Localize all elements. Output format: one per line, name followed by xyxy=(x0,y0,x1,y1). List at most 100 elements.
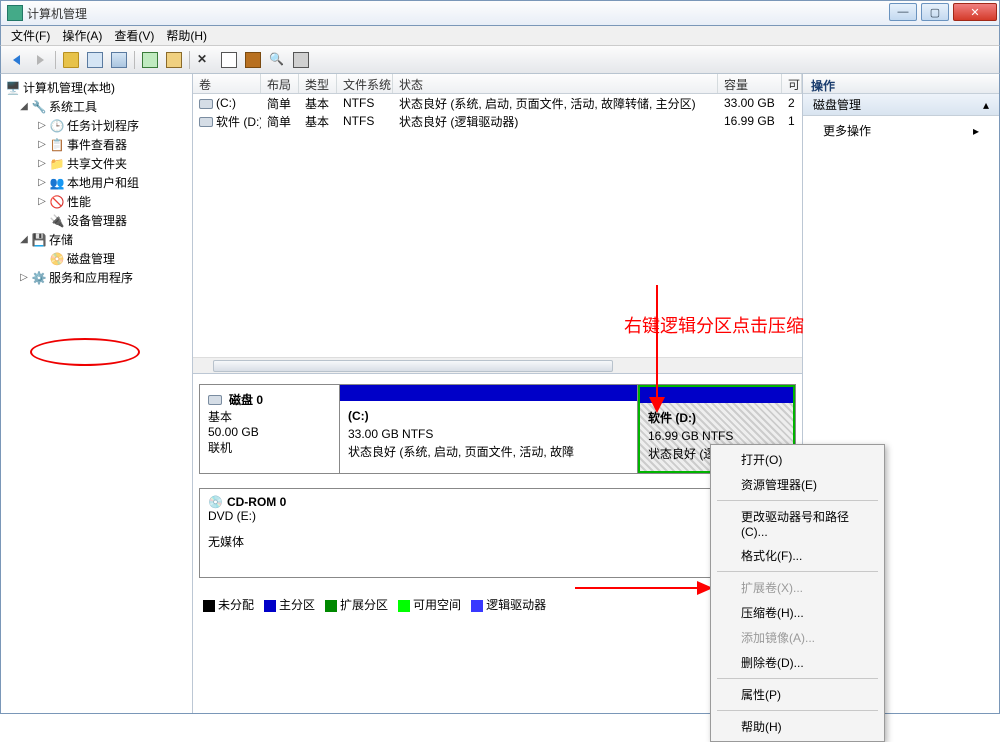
window-title: 计算机管理 xyxy=(27,5,887,22)
tree-shared[interactable]: ▷📁共享文件夹 xyxy=(3,154,190,173)
lg-free: 可用空间 xyxy=(413,598,461,612)
tree-users-label: 本地用户和组 xyxy=(67,174,139,191)
vol-row-d[interactable]: 软件 (D:) 简单 基本 NTFS 状态良好 (逻辑驱动器) 16.99 GB… xyxy=(193,112,802,130)
tree-root[interactable]: 🖥️计算机管理(本地) xyxy=(3,78,190,97)
vol-row-c[interactable]: (C:) 简单 基本 NTFS 状态良好 (系统, 启动, 页面文件, 活动, … xyxy=(193,94,802,112)
drive-icon xyxy=(199,99,213,109)
toolbar-icon-6[interactable] xyxy=(218,49,240,71)
col-capacity[interactable]: 容量 xyxy=(718,74,782,93)
p2-size: 16.99 GB NTFS xyxy=(648,427,785,445)
tree-devmgr-label: 设备管理器 xyxy=(67,212,127,229)
disk0-kind: 基本 xyxy=(208,408,331,425)
drive-icon xyxy=(199,117,213,127)
partition-c[interactable]: (C:) 33.00 GB NTFS 状态良好 (系统, 启动, 页面文件, 活… xyxy=(340,385,638,473)
menubar: 文件(F) 操作(A) 查看(V) 帮助(H) xyxy=(0,26,1000,46)
toolbar-icon-4[interactable] xyxy=(163,49,185,71)
p1-size: 33.00 GB NTFS xyxy=(348,425,629,443)
minimize-button[interactable]: — xyxy=(889,3,917,21)
vol0-cap: 33.00 GB xyxy=(718,95,782,111)
toolbar-icon-7[interactable] xyxy=(242,49,264,71)
col-type[interactable]: 类型 xyxy=(299,74,337,93)
vol1-name: 软件 (D:) xyxy=(216,115,261,129)
p1-name: (C:) xyxy=(348,407,629,425)
cdrom-state: 无媒体 xyxy=(208,533,787,550)
vol1-cap: 16.99 GB xyxy=(718,113,782,129)
toolbar-icon-1[interactable] xyxy=(84,49,106,71)
tree-services-label: 服务和应用程序 xyxy=(49,269,133,286)
tree-services[interactable]: ▷⚙️服务和应用程序 xyxy=(3,268,190,287)
vol1-status: 状态良好 (逻辑驱动器) xyxy=(393,112,718,131)
arrow-down-icon xyxy=(645,285,675,415)
tree-task[interactable]: ▷🕒任务计划程序 xyxy=(3,116,190,135)
disk0-row: 磁盘 0 基本 50.00 GB 联机 (C:) 33.00 GB NTFS 状… xyxy=(199,384,796,474)
partition-c-bar xyxy=(340,385,637,401)
toolbar-icon-3[interactable] xyxy=(139,49,161,71)
vol0-status: 状态良好 (系统, 启动, 页面文件, 活动, 故障转储, 主分区) xyxy=(393,94,718,113)
col-fs[interactable]: 文件系统 xyxy=(337,74,393,93)
toolbar-icon-8[interactable]: 🔍 xyxy=(266,49,288,71)
vol0-fs: NTFS xyxy=(337,95,393,111)
cdrom-label[interactable]: 💿CD-ROM 0 DVD (E:) 无媒体 xyxy=(200,489,795,577)
lg-unalloc: 未分配 xyxy=(218,598,254,612)
tree-perf-label: 性能 xyxy=(67,193,91,210)
ctx-explorer[interactable]: 资源管理器(E) xyxy=(713,472,882,497)
cdrom-kind: DVD (E:) xyxy=(208,509,787,523)
tree-users[interactable]: ▷👥本地用户和组 xyxy=(3,173,190,192)
collapse-icon: ▴ xyxy=(983,98,989,112)
ctx-delete[interactable]: 删除卷(D)... xyxy=(713,650,882,675)
col-free[interactable]: 可 xyxy=(782,74,802,93)
tree-diskmgmt[interactable]: 📀磁盘管理 xyxy=(3,249,190,268)
close-button[interactable]: ✕ xyxy=(953,3,997,21)
ctx-shrink[interactable]: 压缩卷(H)... xyxy=(713,600,882,625)
tree-systools-label: 系统工具 xyxy=(49,98,97,115)
toolbar: ✕ 🔍 xyxy=(0,46,1000,74)
tree-storage-label: 存储 xyxy=(49,231,73,248)
col-status[interactable]: 状态 xyxy=(393,74,718,93)
tree-perf[interactable]: ▷🚫性能 xyxy=(3,192,190,211)
h-scrollbar[interactable] xyxy=(193,357,802,373)
forward-button[interactable] xyxy=(29,49,51,71)
disk-icon xyxy=(208,395,222,405)
col-volume[interactable]: 卷 xyxy=(193,74,261,93)
menu-view[interactable]: 查看(V) xyxy=(108,25,160,46)
toolbar-icon-2[interactable] xyxy=(108,49,130,71)
cdrom-row: 💿CD-ROM 0 DVD (E:) 无媒体 xyxy=(199,488,796,578)
vol1-type: 基本 xyxy=(299,112,337,131)
chevron-right-icon: ▸ xyxy=(973,124,979,138)
col-layout[interactable]: 布局 xyxy=(261,74,299,93)
maximize-button[interactable]: ▢ xyxy=(921,3,949,21)
app-icon xyxy=(7,5,23,21)
lg-ext: 扩展分区 xyxy=(340,598,388,612)
ctx-format[interactable]: 格式化(F)... xyxy=(713,543,882,568)
tree-systools[interactable]: ◢🔧系统工具 xyxy=(3,97,190,116)
disk0-label[interactable]: 磁盘 0 基本 50.00 GB 联机 xyxy=(200,385,340,473)
menu-action[interactable]: 操作(A) xyxy=(56,25,108,46)
vol0-layout: 简单 xyxy=(261,94,299,113)
vol0-type: 基本 xyxy=(299,94,337,113)
more-actions[interactable]: 更多操作 ▸ xyxy=(803,116,999,145)
ctx-help[interactable]: 帮助(H) xyxy=(713,714,882,739)
tree-root-label: 计算机管理(本地) xyxy=(23,79,115,96)
vol1-layout: 简单 xyxy=(261,112,299,131)
ctx-open[interactable]: 打开(O) xyxy=(713,447,882,472)
tree-diskmgmt-label: 磁盘管理 xyxy=(67,250,115,267)
up-button[interactable] xyxy=(60,49,82,71)
tree-devmgr[interactable]: 🔌设备管理器 xyxy=(3,211,190,230)
tree-storage[interactable]: ◢💾存储 xyxy=(3,230,190,249)
tree-event[interactable]: ▷📋事件查看器 xyxy=(3,135,190,154)
toolbar-icon-5[interactable]: ✕ xyxy=(194,49,216,71)
cdrom-icon: 💿 xyxy=(208,495,223,509)
menu-file[interactable]: 文件(F) xyxy=(5,25,56,46)
vol1-fs: NTFS xyxy=(337,113,393,129)
titlebar: 计算机管理 — ▢ ✕ xyxy=(0,0,1000,26)
ctx-mirror: 添加镜像(A)... xyxy=(713,625,882,650)
menu-help[interactable]: 帮助(H) xyxy=(160,25,213,46)
tree-task-label: 任务计划程序 xyxy=(67,117,139,134)
toolbar-icon-9[interactable] xyxy=(290,49,312,71)
arrow-right-icon xyxy=(575,578,715,598)
ctx-change-letter[interactable]: 更改驱动器号和路径(C)... xyxy=(713,504,882,543)
actions-section[interactable]: 磁盘管理 ▴ xyxy=(803,94,999,116)
back-button[interactable] xyxy=(5,49,27,71)
ctx-props[interactable]: 属性(P) xyxy=(713,682,882,707)
lg-primary: 主分区 xyxy=(279,598,315,612)
